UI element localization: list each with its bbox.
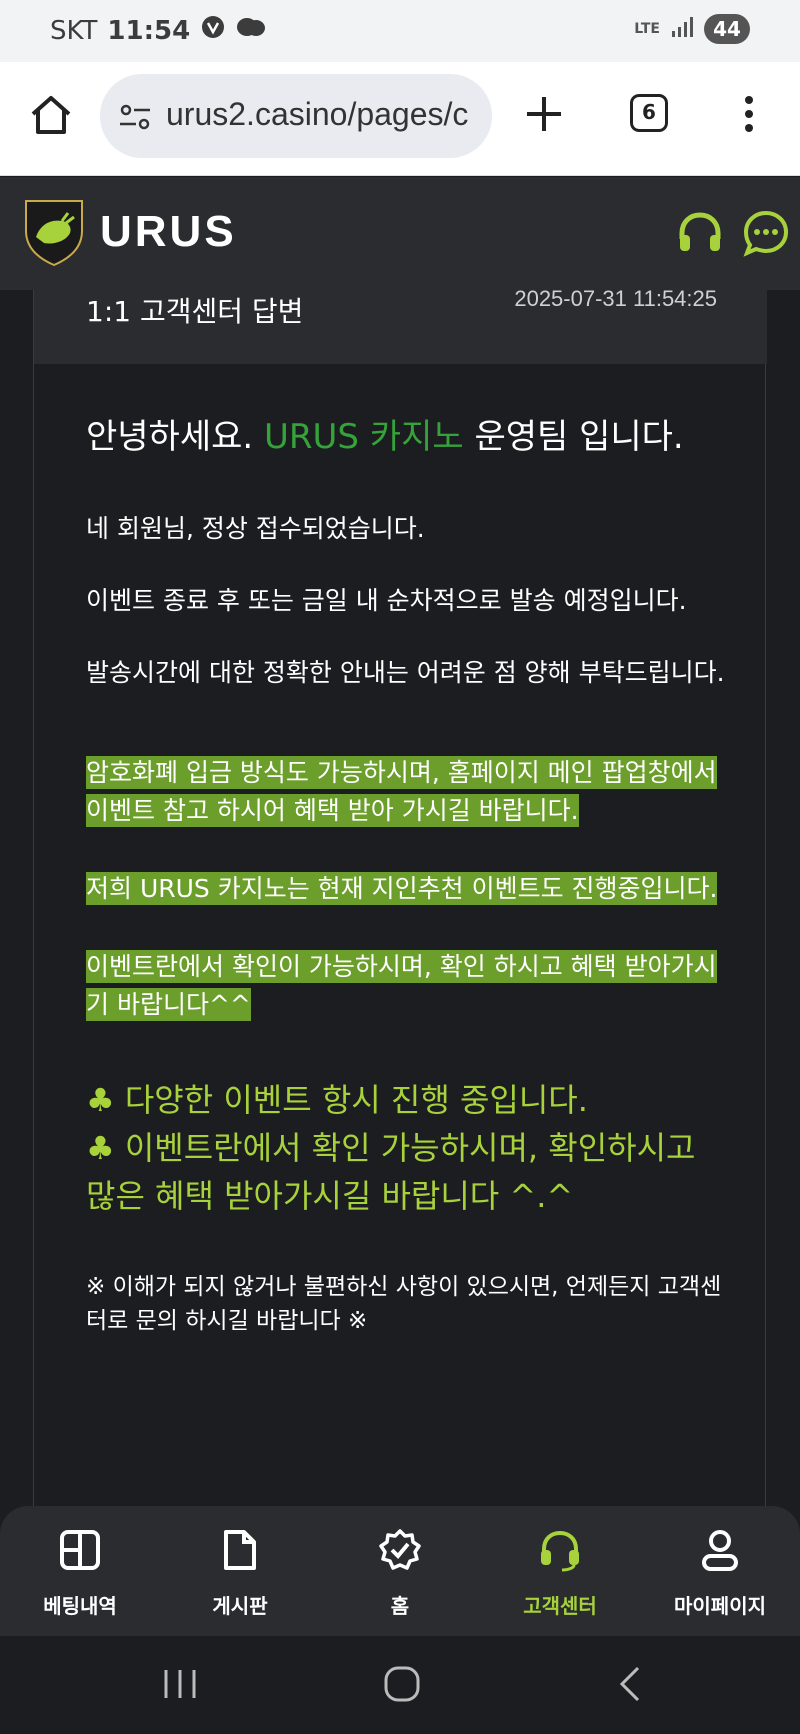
answer-body: 안녕하세요. URUS 카지노 운영팀 입니다. 네 회원님, 정상 접수되었습…: [86, 414, 726, 1338]
lte-label: LTE: [634, 21, 660, 37]
home-system-icon[interactable]: [382, 1664, 422, 1704]
address-bar[interactable]: urus2.casino/pages/c: [100, 74, 492, 158]
clock: 11:54: [107, 15, 191, 46]
nav-label: 고객센터: [523, 1594, 597, 1618]
site-settings-icon[interactable]: [118, 100, 152, 138]
nav-betting-history[interactable]: 베팅내역: [15, 1528, 145, 1619]
event-line: ♣ 다양한 이벤트 항시 진행 중입니다.: [86, 1081, 588, 1119]
bottom-navigation: 베팅내역 게시판 홈 고객센터 마이페이지: [0, 1506, 800, 1636]
nav-label: 홈: [390, 1594, 410, 1618]
tab-switcher-button[interactable]: 6: [630, 94, 668, 132]
highlighted-paragraph: 암호화폐 입금 방식도 가능하시며, 홈페이지 메인 팝업창에서 이벤트 참고 …: [86, 754, 726, 830]
more-menu-icon[interactable]: [737, 92, 761, 136]
message-paragraph: 이벤트 종료 후 또는 금일 내 순차적으로 발송 예정입니다.: [86, 586, 687, 615]
nav-label: 베팅내역: [43, 1594, 117, 1618]
system-navigation-bar: [0, 1636, 800, 1734]
status-right: LTE 44: [634, 14, 750, 44]
card-title: 1:1 고객센터 답변: [86, 295, 304, 328]
verified-icon: [200, 14, 226, 47]
message-paragraph: 네 회원님, 정상 접수되었습니다.: [86, 514, 425, 543]
highlight-text: 암호화폐 입금 방식도 가능하시며, 홈페이지 메인 팝업창에서 이벤트 참고 …: [86, 756, 717, 827]
message-paragraph: 발송시간에 대한 정확한 안내는 어려운 점 양해 부탁드립니다.: [86, 658, 725, 687]
greeting-brand: URUS 카지노: [264, 417, 464, 457]
cloud-icon: [236, 15, 266, 46]
status-bar: SKT 11:54 LTE 44: [0, 0, 800, 62]
battery-indicator: 44: [704, 14, 750, 44]
lamborghini-logo-icon[interactable]: [22, 197, 86, 267]
headset-icon: [538, 1528, 582, 1572]
url-text[interactable]: urus2.casino/pages/c: [166, 96, 468, 133]
highlight-text: 저희 URUS 카지노는 현재 지인추천 이벤트도 진행중입니다.: [86, 872, 718, 905]
answer-card: 1:1 고객센터 답변 2025-07-31 11:54:25 안녕하세요. U…: [33, 286, 767, 1510]
brand-name[interactable]: URUS: [100, 207, 237, 257]
grid-icon: [58, 1528, 102, 1572]
home-icon[interactable]: [28, 92, 74, 138]
chat-icon[interactable]: [742, 209, 790, 257]
greeting: 안녕하세요. URUS 카지노 운영팀 입니다.: [86, 414, 726, 460]
nav-board[interactable]: 게시판: [175, 1528, 305, 1619]
nav-label: 게시판: [212, 1594, 268, 1618]
recent-apps-icon[interactable]: [160, 1664, 200, 1704]
new-tab-icon[interactable]: [522, 92, 566, 136]
event-notice: ♣ 다양한 이벤트 항시 진행 중입니다. ♣ 이벤트란에서 확인 가능하시며,…: [86, 1076, 726, 1220]
carrier-label: SKT: [50, 15, 98, 46]
status-left: SKT 11:54: [50, 14, 266, 47]
nav-label: 마이페이지: [674, 1594, 766, 1618]
document-icon: [218, 1528, 262, 1572]
footer-note: ※ 이해가 되지 않거나 불편하신 사항이 있으시면, 언제든지 고객센터로 문…: [86, 1274, 722, 1334]
nav-my-page[interactable]: 마이페이지: [655, 1528, 785, 1619]
highlighted-paragraph: 이벤트란에서 확인이 가능하시며, 확인 하시고 혜택 받아가시기 바랍니다^^: [86, 948, 726, 1024]
signal-icon: [670, 15, 694, 43]
nav-customer-center[interactable]: 고객센터: [495, 1528, 625, 1619]
nav-home[interactable]: 홈: [335, 1528, 465, 1619]
user-icon: [698, 1528, 742, 1572]
site-header: URUS: [0, 177, 800, 290]
badge-check-icon: [378, 1528, 422, 1572]
headset-icon[interactable]: [676, 209, 724, 259]
back-icon[interactable]: [612, 1664, 652, 1704]
event-line: ♣ 이벤트란에서 확인 가능하시며, 확인하시고 많은 혜택 받아가시길 바랍니…: [86, 1129, 696, 1215]
highlighted-paragraph: 저희 URUS 카지노는 현재 지인추천 이벤트도 진행중입니다.: [86, 870, 726, 908]
greeting-pre: 안녕하세요.: [86, 417, 265, 457]
highlight-text: 이벤트란에서 확인이 가능하시며, 확인 하시고 혜택 받아가시기 바랍니다^^: [86, 950, 717, 1021]
card-header: 1:1 고객센터 답변 2025-07-31 11:54:25: [34, 286, 767, 364]
browser-toolbar: urus2.casino/pages/c 6: [0, 62, 800, 176]
greeting-post: 운영팀 입니다.: [463, 417, 684, 457]
answer-date: 2025-07-31 11:54:25: [514, 286, 717, 311]
